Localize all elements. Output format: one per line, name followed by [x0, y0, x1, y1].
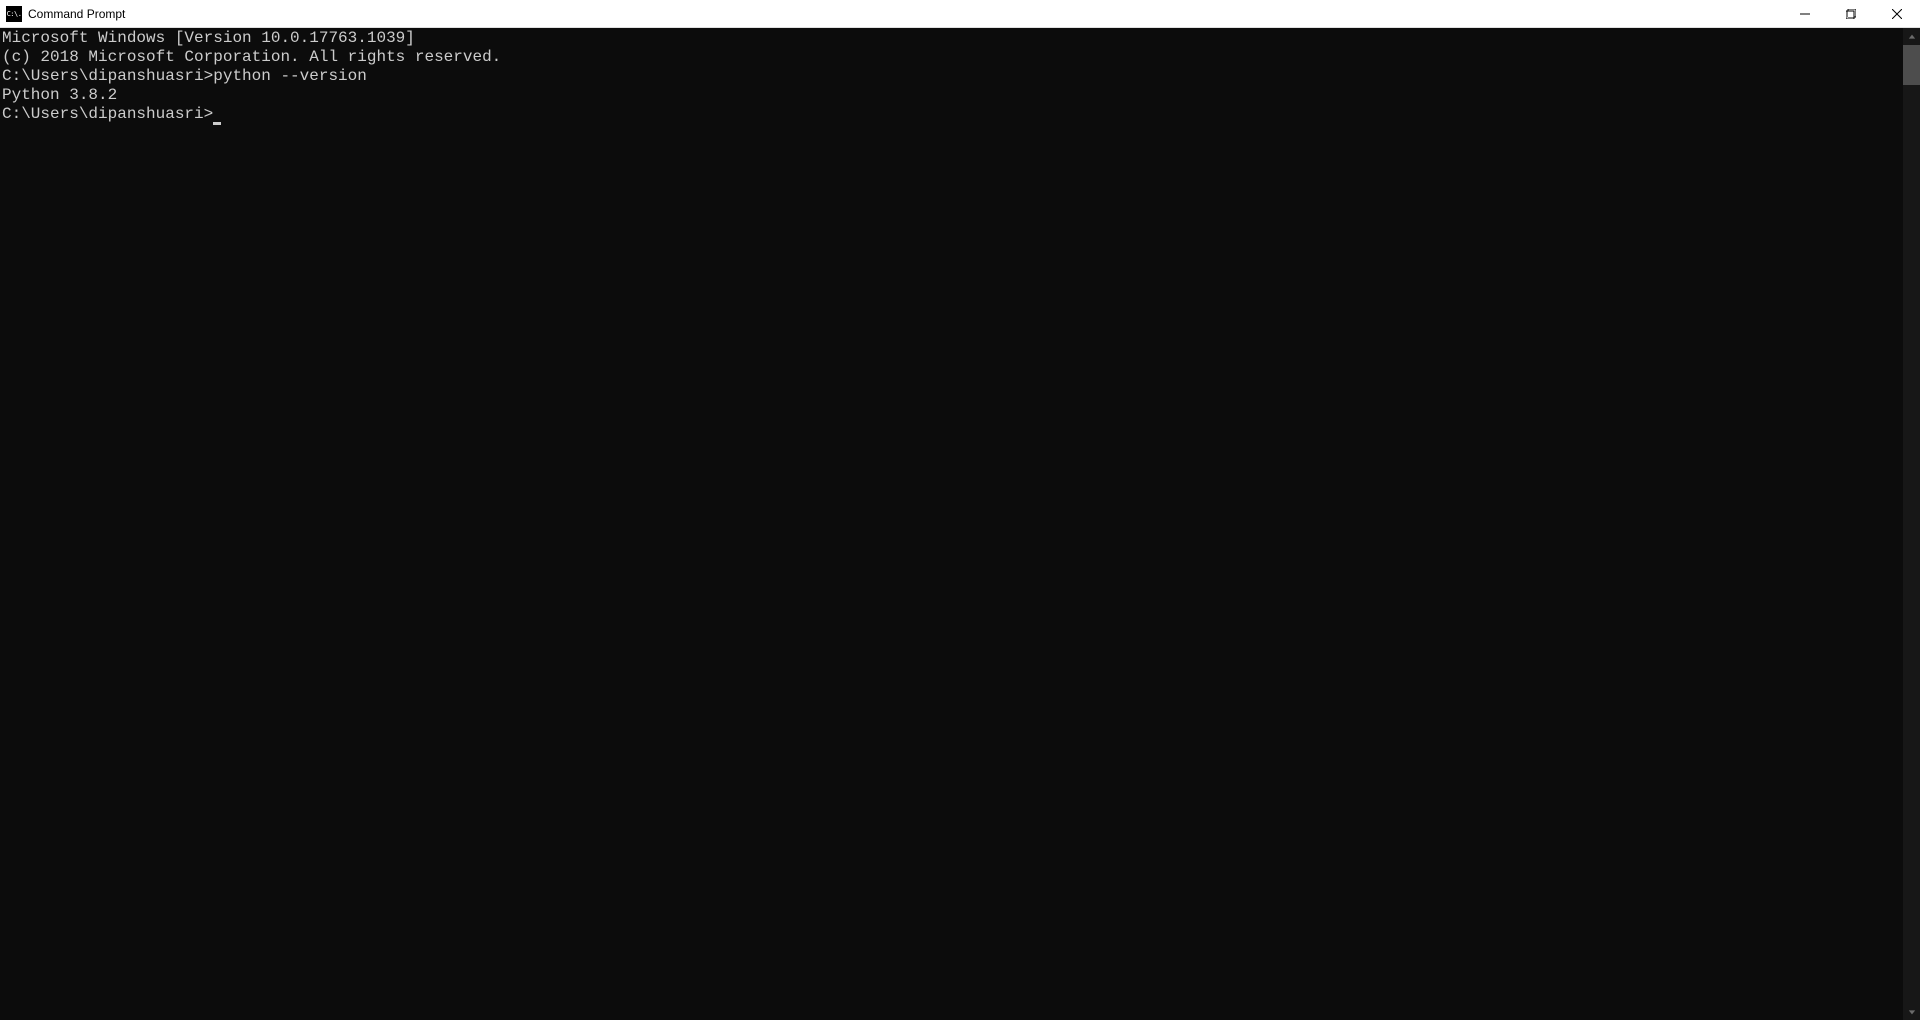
- command-prompt-window: C:\. Command Prompt Microsoft Windows [V…: [0, 0, 1920, 1020]
- minimize-button[interactable]: [1782, 0, 1828, 27]
- app-icon-text: C:\.: [7, 10, 22, 18]
- chevron-up-icon: [1908, 33, 1916, 41]
- window-controls: [1782, 0, 1920, 27]
- terminal-cursor: [213, 122, 221, 125]
- close-button[interactable]: [1874, 0, 1920, 27]
- app-icon: C:\.: [6, 6, 22, 22]
- terminal-line: Microsoft Windows [Version 10.0.17763.10…: [2, 29, 1903, 48]
- terminal-prompt: C:\Users\dipanshuasri>: [2, 67, 213, 85]
- scrollbar-thumb[interactable]: [1903, 45, 1920, 85]
- terminal-output[interactable]: Microsoft Windows [Version 10.0.17763.10…: [0, 28, 1903, 1020]
- terminal-line: C:\Users\dipanshuasri>python --version: [2, 67, 1903, 86]
- terminal-line: Python 3.8.2: [2, 86, 1903, 105]
- titlebar-left: C:\. Command Prompt: [0, 6, 125, 22]
- scrollbar-down-button[interactable]: [1903, 1003, 1920, 1020]
- terminal-prompt: C:\Users\dipanshuasri>: [2, 105, 213, 123]
- maximize-icon: [1846, 9, 1856, 19]
- window-title: Command Prompt: [28, 7, 125, 21]
- scrollbar-track[interactable]: [1903, 45, 1920, 1003]
- terminal-line: C:\Users\dipanshuasri>: [2, 105, 1903, 124]
- terminal-line: (c) 2018 Microsoft Corporation. All righ…: [2, 48, 1903, 67]
- minimize-icon: [1800, 9, 1810, 19]
- terminal-container: Microsoft Windows [Version 10.0.17763.10…: [0, 28, 1920, 1020]
- chevron-down-icon: [1908, 1008, 1916, 1016]
- titlebar[interactable]: C:\. Command Prompt: [0, 0, 1920, 28]
- vertical-scrollbar[interactable]: [1903, 28, 1920, 1020]
- scrollbar-up-button[interactable]: [1903, 28, 1920, 45]
- terminal-command: python --version: [213, 67, 367, 85]
- maximize-button[interactable]: [1828, 0, 1874, 27]
- close-icon: [1892, 9, 1902, 19]
